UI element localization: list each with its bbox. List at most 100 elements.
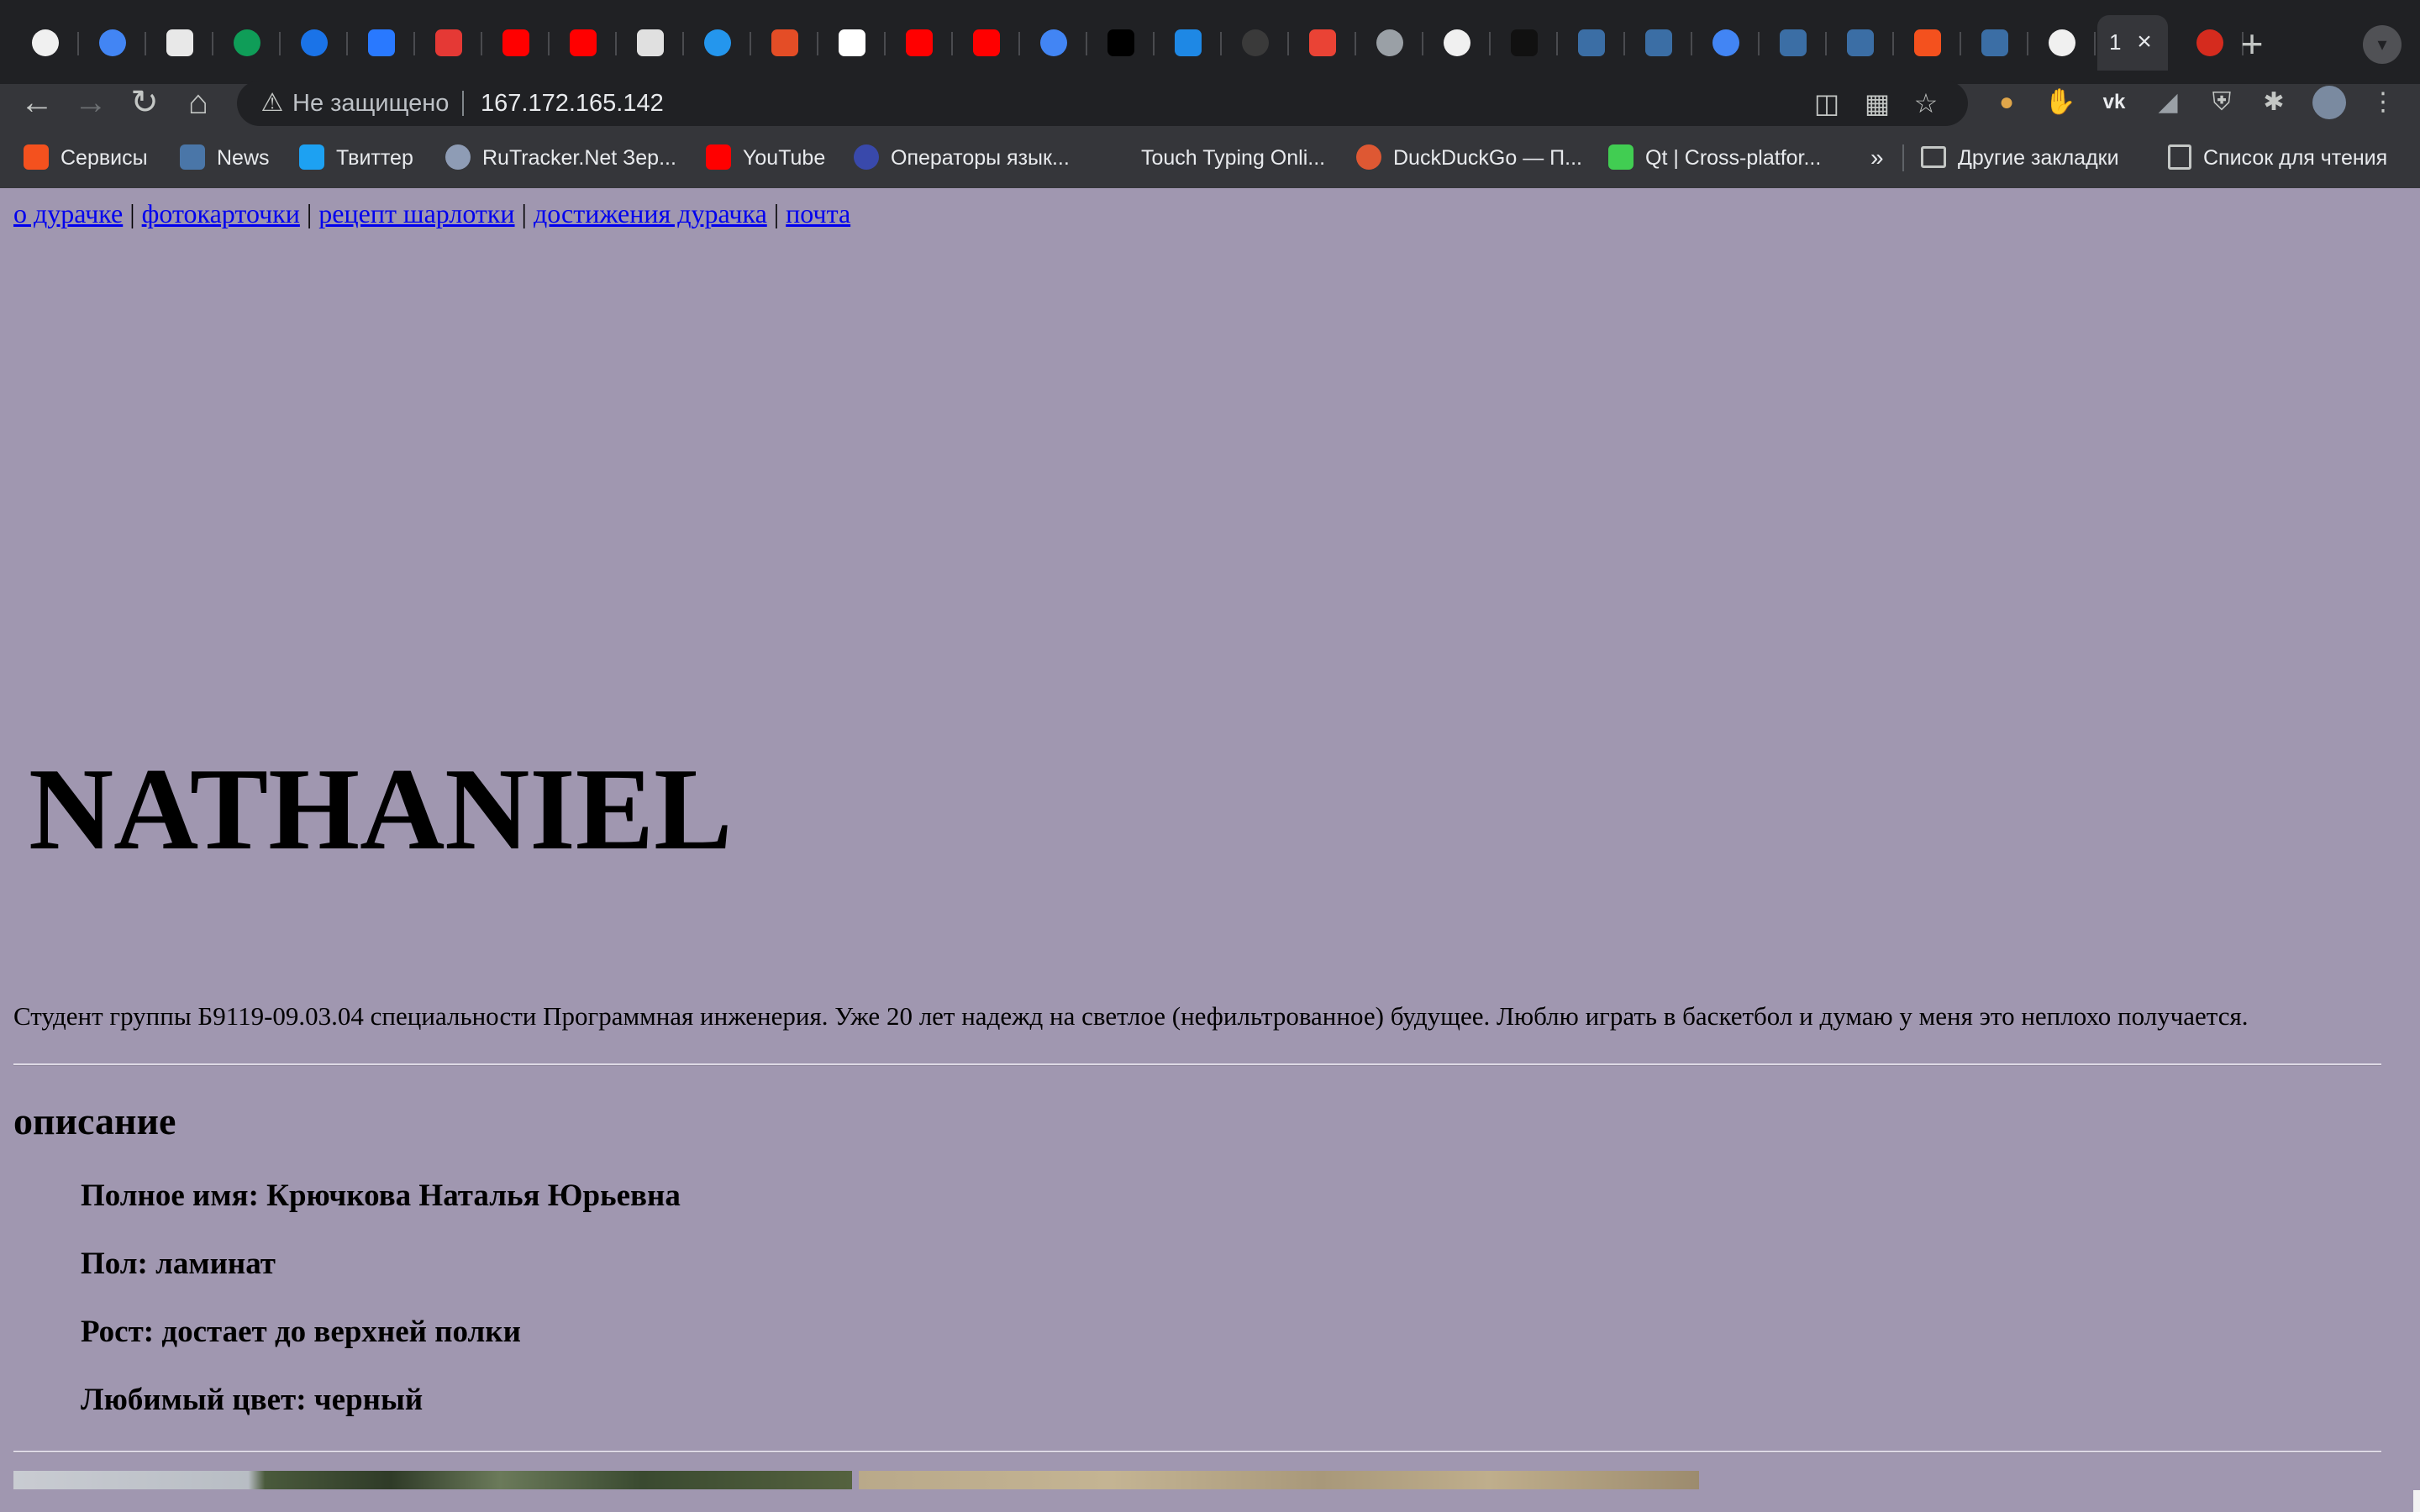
tab[interactable] <box>686 15 751 71</box>
tab[interactable] <box>2030 15 2096 71</box>
tab[interactable] <box>350 15 415 71</box>
tab[interactable] <box>551 15 617 71</box>
google-sheets-icon <box>234 29 260 56</box>
vk-extension-icon[interactable]: vk <box>2097 86 2131 119</box>
warning-triangle-icon[interactable]: ⚠ <box>257 88 287 118</box>
tab[interactable] <box>1828 15 1894 71</box>
tab[interactable] <box>618 15 684 71</box>
back-button[interactable]: ← <box>12 84 62 121</box>
bookmark-item[interactable]: Сервисы <box>24 141 148 175</box>
forward-button[interactable]: → <box>66 84 116 121</box>
url-text[interactable]: 167.172.165.142 <box>481 81 664 126</box>
bookmark-item[interactable]: Операторы язык... <box>854 141 1070 175</box>
tab[interactable] <box>1425 15 1491 71</box>
security-status[interactable]: Не защищено <box>292 81 449 126</box>
shield-extension-icon[interactable]: ⛨ <box>2205 86 2238 119</box>
profile-avatar[interactable] <box>2312 86 2346 119</box>
reload-button[interactable]: ↻ <box>119 84 170 121</box>
folder-icon <box>1921 146 1946 169</box>
bio-paragraph: Студент группы Б9119-09.03.04 специально… <box>13 1001 2249 1031</box>
tab[interactable] <box>1560 15 1625 71</box>
other-bookmarks-label: Другие закладки <box>1958 146 2119 170</box>
bookmark-item[interactable]: Touch Typing Onli... <box>1141 141 1325 175</box>
cplusplus-icon <box>854 144 879 171</box>
youtube-icon <box>973 29 1000 56</box>
github-dark-icon <box>1242 29 1269 56</box>
google-icon <box>1040 29 1067 56</box>
tab-title: 1 <box>2109 29 2122 55</box>
tab-separator <box>413 32 415 55</box>
arrow-right-icon <box>1914 29 1941 56</box>
bookmark-label: DuckDuckGo — П... <box>1393 146 1582 170</box>
install-app-icon[interactable]: ◫ <box>1812 88 1842 118</box>
tab[interactable] <box>1492 15 1558 71</box>
tab-separator <box>1355 32 1356 55</box>
new-tab-button[interactable]: + <box>2228 22 2275 66</box>
browser-menu-icon[interactable]: ⋮ <box>2366 86 2400 119</box>
tab[interactable] <box>417 15 482 71</box>
tab-separator <box>1556 32 1558 55</box>
tab[interactable] <box>1358 15 1423 71</box>
nav-separator: | <box>129 198 135 228</box>
tab[interactable] <box>1896 15 1961 71</box>
tab[interactable] <box>484 15 550 71</box>
tab[interactable] <box>887 15 953 71</box>
tab[interactable] <box>1963 15 2028 71</box>
bookmark-item[interactable]: Qt | Cross-platfor... <box>1608 141 1821 175</box>
nav-link[interactable]: почта <box>786 198 850 228</box>
tab-separator <box>145 32 146 55</box>
tab[interactable] <box>753 15 818 71</box>
tab-search-button[interactable]: ▾ <box>2363 25 2402 64</box>
address-bar[interactable]: ⚠ Не защищено 167.172.165.142 ◫ ▦ ☆ <box>237 81 1968 126</box>
nav-separator: | <box>521 198 527 228</box>
tab[interactable] <box>820 15 886 71</box>
tab[interactable] <box>1627 15 1692 71</box>
tab[interactable] <box>1694 15 1760 71</box>
tab-separator <box>548 32 550 55</box>
extensions-puzzle-icon[interactable]: ✱ <box>2257 86 2291 119</box>
tab-separator <box>1960 32 1961 55</box>
tab[interactable] <box>148 15 213 71</box>
nav-link[interactable]: фотокарточки <box>142 198 300 228</box>
extension-square-icon[interactable]: ◢ <box>2151 86 2185 119</box>
cookie-extension-icon[interactable]: ● <box>1990 86 2023 119</box>
close-tab-icon[interactable]: × <box>2129 27 2160 57</box>
tab[interactable] <box>215 15 281 71</box>
other-bookmarks-folder[interactable]: Другие закладки <box>1921 141 2119 175</box>
browser-chrome: 1 × + ▾ ← → ↻ ⌂ ⚠ Не защищено 167.172.165.1… <box>0 0 2420 188</box>
tab-separator <box>1220 32 1222 55</box>
home-button[interactable]: ⌂ <box>173 84 224 121</box>
section-title: описание <box>13 1100 176 1142</box>
tab[interactable] <box>1291 15 1356 71</box>
tab[interactable] <box>13 15 79 71</box>
tab[interactable] <box>1223 15 1289 71</box>
bookmark-item[interactable]: RuTracker.Net Зер... <box>445 141 676 175</box>
tab[interactable] <box>1156 15 1222 71</box>
youtube-icon <box>570 29 597 56</box>
tab[interactable] <box>955 15 1020 71</box>
tab[interactable] <box>282 15 348 71</box>
bookmark-star-icon[interactable]: ☆ <box>1911 88 1941 118</box>
nav-link[interactable]: достижения дурачка <box>534 198 767 228</box>
tab-separator <box>1287 32 1289 55</box>
bookmark-item[interactable]: Твиттер <box>299 141 413 175</box>
tab[interactable] <box>1022 15 1087 71</box>
qr-code-icon[interactable]: ▦ <box>1862 88 1892 118</box>
tab[interactable] <box>1761 15 1827 71</box>
bookmark-label: Сервисы <box>60 146 148 170</box>
tab[interactable] <box>81 15 146 71</box>
tab-separator <box>615 32 617 55</box>
bookmark-item[interactable]: DuckDuckGo — П... <box>1356 141 1582 175</box>
tab[interactable] <box>1089 15 1155 71</box>
bookmark-item[interactable]: News <box>180 141 270 175</box>
refresh-blue-icon <box>301 29 328 56</box>
starred-icon <box>1645 29 1672 56</box>
nav-link[interactable]: рецепт шарлотки <box>318 198 514 228</box>
nav-link[interactable]: о дурачке <box>13 198 123 228</box>
s-black-icon <box>1107 29 1134 56</box>
reading-list[interactable]: Список для чтения <box>2168 141 2387 175</box>
adblock-hand-icon[interactable]: ✋ <box>2044 86 2077 119</box>
bookmark-item[interactable]: YouTube <box>706 141 825 175</box>
bookmarks-overflow-button[interactable]: » <box>1870 141 1884 175</box>
tab-active[interactable]: 1 × <box>2097 15 2168 71</box>
